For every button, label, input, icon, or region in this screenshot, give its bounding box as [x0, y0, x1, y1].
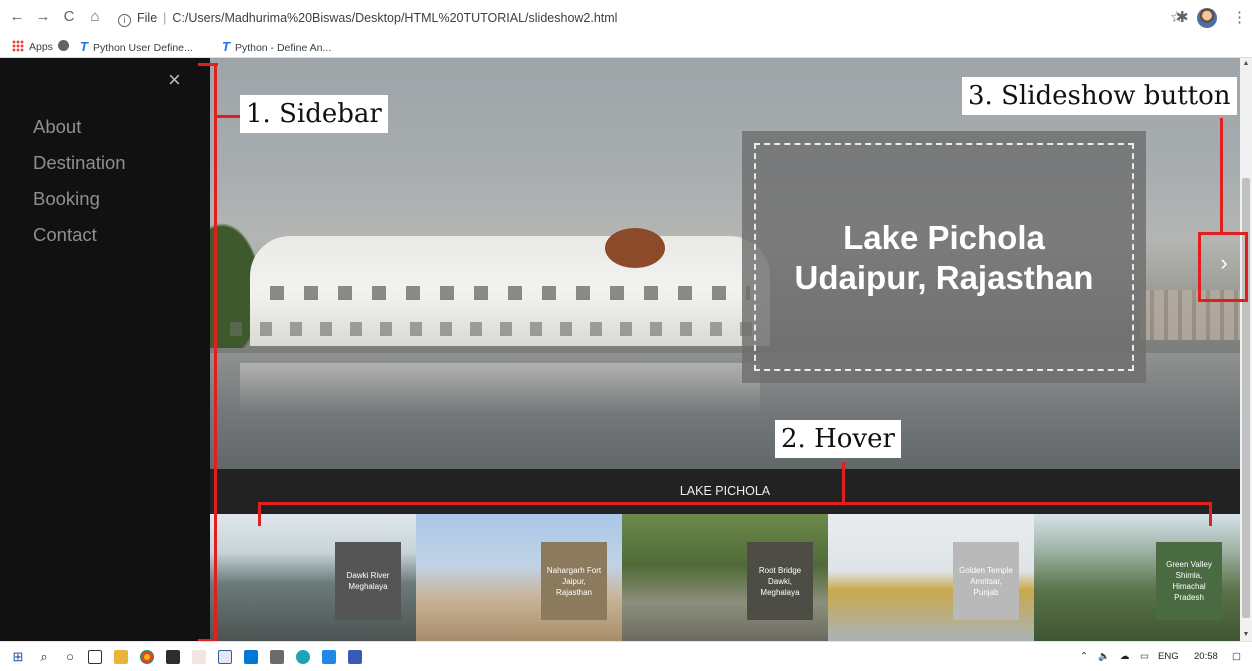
- thumbnail-dawki-river[interactable]: Dawki River Meghalaya: [210, 514, 416, 641]
- tutorial-logo-icon: T: [80, 39, 88, 54]
- sidebar-item-about[interactable]: About: [33, 116, 81, 138]
- thumbnail-caption: Dawki River Meghalaya: [335, 542, 401, 620]
- sidebar-item-booking[interactable]: Booking: [33, 188, 100, 210]
- photos-icon[interactable]: [348, 650, 362, 664]
- hover-bracket-left: [258, 502, 261, 526]
- windows-taskbar: ⊞ ⌕ ○ ⌃ 🔈 ☁ ▭ ENG 20:58 ▢: [0, 641, 1252, 671]
- annotation-sidebar-label: 1. Sidebar: [240, 95, 388, 133]
- hero-palace-windows: [270, 286, 750, 300]
- volume-icon[interactable]: 🔈: [1098, 650, 1110, 664]
- apps-grid-icon: [12, 40, 24, 52]
- address-scheme: File: [137, 11, 158, 25]
- hero-palace-windows-lower: [230, 322, 760, 336]
- thumbnail-caption: Green Valley Shimla, Himachal Pradesh: [1156, 542, 1222, 620]
- tutorial-logo-icon: T: [222, 39, 230, 54]
- sidebar-item-contact[interactable]: Contact: [33, 224, 97, 246]
- address-separator: |: [163, 11, 167, 25]
- navigation-bar: ← → C ⌂ i File | C:/Users/Madhurima%20Biswa…: [0, 0, 1252, 36]
- hover-bracket-line: [258, 502, 1212, 505]
- edge-icon[interactable]: [296, 650, 310, 664]
- forward-button[interactable]: →: [32, 6, 54, 28]
- file-explorer-icon[interactable]: [114, 650, 128, 664]
- sidebar: × About Destination Booking Contact: [0, 58, 210, 641]
- browser-menu-icon[interactable]: ⋮: [1232, 7, 1247, 29]
- cortana-icon[interactable]: ○: [62, 649, 78, 665]
- bookmark-globe[interactable]: [58, 36, 69, 58]
- bookmark-label: Python - Define An...: [234, 42, 332, 54]
- hover-connector: [842, 462, 845, 504]
- browser-chrome: ← → C ⌂ i File | C:/Users/Madhurima%20Biswa…: [0, 0, 1252, 58]
- back-button[interactable]: ←: [6, 6, 28, 28]
- home-button[interactable]: ⌂: [84, 6, 106, 28]
- bookmarks-bar: Apps T Python User Define... T Python - De…: [0, 36, 1252, 58]
- slide-caption-subtitle: Udaipur, Rajasthan: [794, 259, 1094, 296]
- notepad-icon[interactable]: [218, 650, 232, 664]
- thumbnail-caption: Nahargarh Fort Jaipur, Rajasthan: [541, 542, 607, 620]
- profile-avatar[interactable]: [1197, 8, 1217, 28]
- sidebar-label-connector: [214, 115, 240, 118]
- chrome-icon[interactable]: [140, 650, 154, 664]
- bookmark-python-user-define[interactable]: T Python User Define...: [80, 36, 193, 59]
- bookmark-apps-label: Apps: [29, 41, 53, 53]
- scroll-up-arrow-icon[interactable]: ▲: [1240, 58, 1252, 70]
- slideshow-button-connector: [1220, 118, 1223, 233]
- page-scrollbar[interactable]: ▲ ▼: [1240, 58, 1252, 641]
- task-view-icon[interactable]: [88, 650, 102, 664]
- thumbnail-green-valley[interactable]: Green Valley Shimla, Himachal Pradesh: [1034, 514, 1240, 641]
- store-icon[interactable]: [166, 650, 180, 664]
- hero-reflection: [240, 363, 760, 413]
- globe-icon: [58, 40, 69, 51]
- language-indicator[interactable]: ENG: [1158, 650, 1179, 664]
- bookmark-label: Python User Define...: [92, 42, 193, 54]
- sidebar-bracket-line: [214, 63, 217, 641]
- thumbnail-strip: Dawki River Meghalaya Nahargarh Fort Jai…: [210, 514, 1240, 641]
- search-icon[interactable]: ⌕: [36, 649, 52, 665]
- battery-icon[interactable]: ▭: [1140, 650, 1149, 664]
- vscode-icon[interactable]: [322, 650, 336, 664]
- bookmark-python-define[interactable]: T Python - Define An...: [222, 36, 331, 59]
- scroll-down-arrow-icon[interactable]: ▼: [1240, 629, 1252, 641]
- extensions-puzzle-icon[interactable]: ✱: [1176, 7, 1189, 29]
- thumbnail-nahargarh-fort[interactable]: Nahargarh Fort Jaipur, Rajasthan: [416, 514, 622, 641]
- notifications-icon[interactable]: ▢: [1232, 650, 1241, 664]
- thumbnail-golden-temple[interactable]: Golden Temple Amritsar, Punjab: [828, 514, 1034, 641]
- caption-dashed-border: [754, 143, 1134, 371]
- feather-app-icon[interactable]: [270, 650, 284, 664]
- thumbnail-caption: Golden Temple Amritsar, Punjab: [953, 542, 1019, 620]
- current-slide-title: LAKE PICHOLA: [210, 469, 1240, 514]
- clock[interactable]: 20:58: [1194, 650, 1218, 664]
- hero-tree: [605, 228, 665, 268]
- thumbnail-root-bridge[interactable]: Root Bridge Dawki, Meghalaya: [622, 514, 828, 641]
- app-icon[interactable]: [192, 650, 206, 664]
- slideshow-button-highlight: [1198, 232, 1248, 302]
- slide-caption-title: Lake Pichola: [843, 219, 1045, 256]
- thumbnail-caption: Root Bridge Dawki, Meghalaya: [747, 542, 813, 620]
- sidebar-item-destination[interactable]: Destination: [33, 152, 126, 174]
- address-url[interactable]: C:/Users/Madhurima%20Biswas/Desktop/HTML…: [172, 11, 617, 25]
- address-bar[interactable]: i File | C:/Users/Madhurima%20Biswas/Deskto…: [118, 9, 617, 27]
- windows-start-icon[interactable]: ⊞: [10, 649, 26, 665]
- hover-bracket-right: [1209, 502, 1212, 526]
- close-icon[interactable]: ×: [168, 68, 181, 92]
- page-viewport: × About Destination Booking Contact Lake…: [0, 58, 1252, 641]
- mail-icon[interactable]: [244, 650, 258, 664]
- slide-caption-box: Lake Pichola Udaipur, Rajasthan: [742, 131, 1146, 383]
- info-icon[interactable]: i: [118, 14, 131, 27]
- tray-chevron-icon[interactable]: ⌃: [1080, 650, 1088, 664]
- annotation-hover-label: 2. Hover: [775, 420, 901, 458]
- network-icon[interactable]: ☁: [1120, 650, 1130, 664]
- annotation-slideshow-button-label: 3. Slideshow button: [962, 77, 1237, 115]
- bookmark-apps[interactable]: Apps: [12, 36, 53, 58]
- reload-button[interactable]: C: [58, 6, 80, 28]
